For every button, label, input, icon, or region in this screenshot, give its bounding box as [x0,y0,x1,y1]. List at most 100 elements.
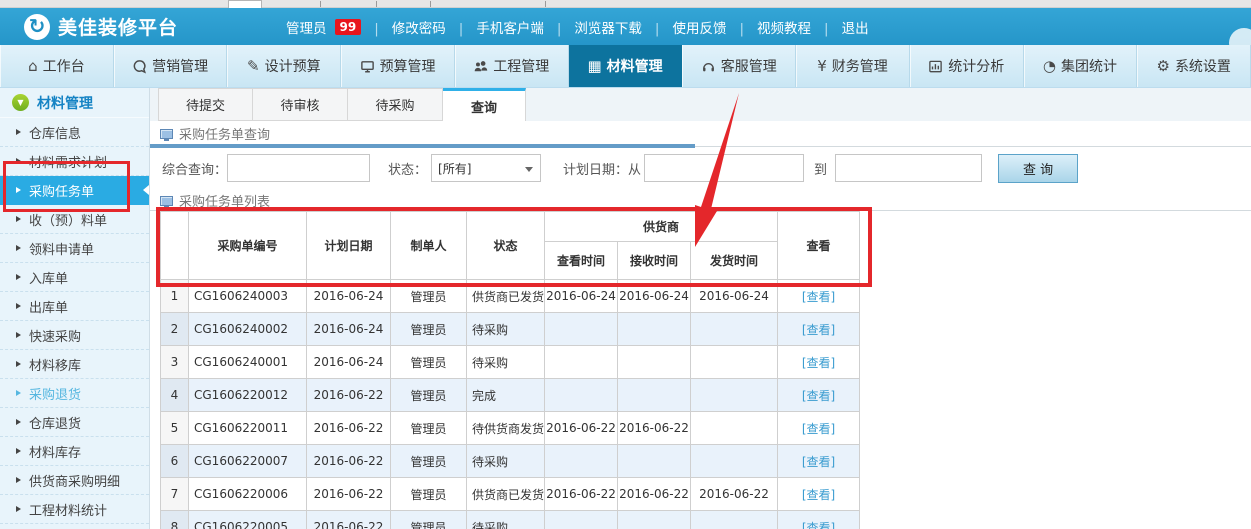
view-link[interactable]: [查看] [802,422,835,436]
status-label: 状态： [388,159,427,178]
nav-tab-materials[interactable]: ▦ 材料管理 [569,45,683,87]
nav-tab-finance[interactable]: ¥ 财务管理 [796,45,910,87]
cell-plan-date: 2016-06-22 [307,445,391,478]
cell-plan-date: 2016-06-22 [307,511,391,529]
topbar-menu-item[interactable]: 视频教程 [726,17,811,37]
caret-right-icon [16,361,21,367]
section-title: 采购任务单查询 [179,124,270,143]
sidebar-item[interactable]: 仓库信息 [0,118,149,147]
sidebar-item[interactable]: 材料需求计划 [0,147,149,176]
cell-status: 待采购 [467,346,545,379]
topbar-menu: 管理员 99 修改密码 手机客户端 浏览器下载 使用反馈 视频教程 退出 [286,17,869,37]
sidebar-item-label: 出库单 [29,297,68,316]
keyword-input[interactable] [227,154,370,182]
cell-view: [查看] [778,511,860,529]
cell-maker: 管理员 [391,445,467,478]
status-select[interactable]: [所有] [431,154,541,182]
sidebar-item[interactable]: 工程材料统计 [0,495,149,524]
cell-status: 待采购 [467,313,545,346]
nav-tab-customer-service[interactable]: 客服管理 [682,45,796,87]
sidebar-item-label: 仓库信息 [29,123,81,142]
sidebar-item[interactable]: 收（预）料单 [0,205,149,234]
current-user-label: 管理员 [286,17,327,37]
cell-receive-time [618,346,691,379]
row-index: 6 [161,445,189,478]
caret-right-icon [16,448,21,454]
cell-maker: 管理员 [391,280,467,313]
col-header-ship-time: 发货时间 [691,242,778,280]
sidebar-item[interactable]: 材料移库 [0,350,149,379]
nav-tab-label: 预算管理 [380,56,436,76]
tab-pending-submit[interactable]: 待提交 [158,88,253,121]
sidebar-item[interactable]: 供货商采购明细 [0,466,149,495]
sidebar-item[interactable]: 领料申请单 [0,234,149,263]
view-link[interactable]: [查看] [802,323,835,337]
search-button[interactable]: 查 询 [998,154,1078,183]
notification-badge[interactable]: 99 [335,19,362,35]
cell-ship-time [691,313,778,346]
nav-tab-engineering[interactable]: 工程管理 [455,45,569,87]
cell-ship-time [691,445,778,478]
cell-receive-time [618,445,691,478]
col-header-supplier-group: 供货商 [545,212,778,242]
cell-view-time: 2016-06-22 [545,478,618,511]
tab-query[interactable]: 查询 [443,88,526,121]
date-from-input[interactable] [644,154,804,182]
nav-tab-workbench[interactable]: ⌂ 工作台 [0,45,114,87]
col-header-maker: 制单人 [391,212,467,280]
view-link[interactable]: [查看] [802,488,835,502]
cell-ship-time: 2016-06-22 [691,478,778,511]
topbar-menu-item[interactable]: 手机客户端 [446,17,544,37]
plan-date-label: 计划日期：从 [563,159,641,178]
sidebar-item[interactable]: 仓库退货 [0,408,149,437]
sidebar-item[interactable]: 快速采购 [0,321,149,350]
cell-order-code: CG1606240003 [189,280,307,313]
status-select-value: [所有] [438,160,471,177]
view-link[interactable]: [查看] [802,389,835,403]
cell-view-time: 2016-06-22 [545,412,618,445]
date-to-input[interactable] [835,154,982,182]
view-link[interactable]: [查看] [802,356,835,370]
nav-tab-system-settings[interactable]: ⚙ 系统设置 [1137,45,1251,87]
cell-ship-time [691,379,778,412]
sidebar-item[interactable]: 采购任务单 [0,176,149,205]
view-link[interactable]: [查看] [802,521,835,529]
caret-right-icon [16,303,21,309]
view-link[interactable]: [查看] [802,455,835,469]
monitor-icon [360,59,375,74]
topbar-menu-item[interactable]: 使用反馈 [642,17,727,37]
sidebar-item[interactable]: 材料库存 [0,437,149,466]
cell-ship-time: 2016-06-24 [691,280,778,313]
nav-tab-group-stats[interactable]: ◔ 集团统计 [1024,45,1138,87]
browser-chrome-strip [0,0,1251,8]
sidebar-item[interactable]: 出库单 [0,292,149,321]
gear-icon: ⚙ [1156,59,1169,74]
tab-pending-purchase[interactable]: 待采购 [348,88,443,121]
cell-plan-date: 2016-06-24 [307,313,391,346]
cell-plan-date: 2016-06-22 [307,412,391,445]
caret-right-icon [16,245,21,251]
nav-tab-design-budget[interactable]: ✎ 设计预算 [227,45,341,87]
cell-plan-date: 2016-06-24 [307,346,391,379]
nav-tab-label: 营销管理 [152,56,208,76]
sidebar-header[interactable]: ▼ 材料管理 [0,88,149,118]
cell-maker: 管理员 [391,478,467,511]
sidebar-item[interactable]: 采购退货 [0,379,149,408]
topbar-menu-item[interactable]: 退出 [811,17,869,37]
sidebar-item[interactable]: 入库单 [0,263,149,292]
row-index: 2 [161,313,189,346]
tab-pending-review[interactable]: 待审核 [253,88,348,121]
nav-tab-marketing[interactable]: 营销管理 [114,45,228,87]
sidebar-item-label: 材料库存 [29,442,81,461]
yen-icon: ¥ [817,59,827,74]
nav-tab-label: 工程管理 [493,56,549,76]
cell-receive-time: 2016-06-24 [618,280,691,313]
topbar-menu-item[interactable]: 修改密码 [361,17,446,37]
home-icon: ⌂ [28,59,38,74]
nav-tab-budget[interactable]: 预算管理 [341,45,455,87]
cell-maker: 管理员 [391,511,467,529]
view-link[interactable]: [查看] [802,290,835,304]
speech-bubble-icon [132,59,147,74]
nav-tab-statistics[interactable]: 统计分析 [910,45,1024,87]
topbar-menu-item[interactable]: 浏览器下载 [544,17,642,37]
